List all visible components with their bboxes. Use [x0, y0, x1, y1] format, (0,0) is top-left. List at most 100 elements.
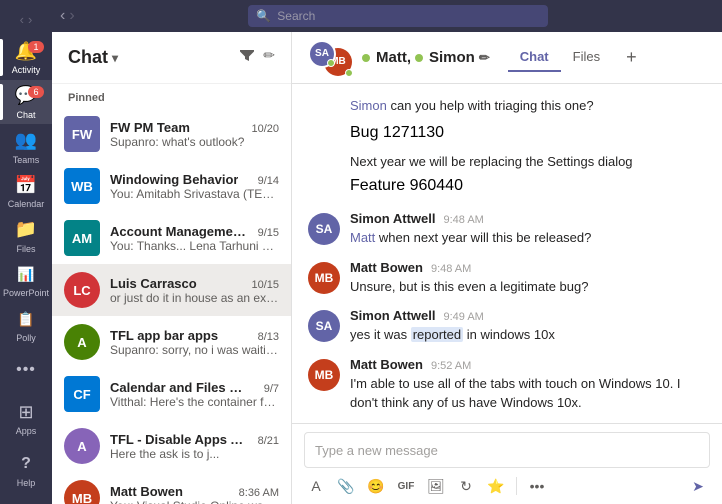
message-text: yes it was reported in windows 10x	[350, 325, 706, 345]
avatar-person1: SA	[308, 40, 336, 68]
messages-area: Simon can you help with triaging this on…	[292, 84, 722, 423]
chat-item-windowing-behavior[interactable]: WB Windowing Behavior 9/14 You: Amitabh …	[52, 160, 291, 212]
chat-item-name: FW PM Team	[110, 120, 190, 135]
sticker-button[interactable]: 🖼	[424, 474, 448, 498]
pinned-label: Pinned	[52, 84, 291, 108]
nav-bar: ‹ › 🔔 Activity 1 💬 Chat 6 👥 Teams 📅 Cale…	[0, 0, 52, 504]
chat-item-preview: Supanro: what's outlook?	[110, 135, 279, 149]
chat-tabs: Chat Files	[508, 43, 612, 72]
online-dot-1	[362, 54, 370, 62]
gif-button[interactable]: GIF	[394, 474, 418, 498]
avatar: FW	[64, 116, 100, 152]
compose-toolbar: A 📎 😊 GIF 🖼 ↻ ⭐ ••• ➤	[304, 474, 710, 498]
more-icon: •••	[14, 358, 38, 382]
message-group-continuation: Simon can you help with triaging this on…	[308, 96, 706, 116]
avatar: LC	[64, 272, 100, 308]
nav-item-teams[interactable]: 👥 Teams	[0, 124, 52, 169]
chat-item-name: TFL - Disable Apps Access	[110, 432, 250, 447]
chat-item-tfl-app-bar[interactable]: A TFL app bar apps 8/13 Supanro: sorry, …	[52, 316, 291, 368]
chat-item-preview: or just do it in house as an extra c...	[110, 291, 279, 305]
chat-item-account-management[interactable]: AM Account Management in S... 9/15 You: …	[52, 212, 291, 264]
toolbar-divider	[516, 477, 517, 495]
compose-area: Type a new message A 📎 😊 GIF 🖼 ↻ ⭐ ••• ➤	[292, 423, 722, 504]
praise-button[interactable]: ⭐	[484, 474, 508, 498]
chat-item-name: TFL app bar apps	[110, 328, 218, 343]
chat-item-calendar-files[interactable]: CF Calendar and Files Theming 9/7 Vittha…	[52, 368, 291, 420]
message-text: Unsure, but is this even a legitimate bu…	[350, 277, 706, 297]
filter-icon[interactable]	[239, 47, 255, 68]
search-box[interactable]: 🔍	[248, 5, 548, 27]
attach-button[interactable]: 📎	[334, 474, 358, 498]
teams-icon: 👥	[14, 129, 38, 153]
chat-item-name: Calendar and Files Theming	[110, 380, 250, 395]
chat-item-time: 9/14	[258, 175, 279, 187]
message-text: Simon can you help with triaging this on…	[350, 96, 594, 116]
nav-item-calendar[interactable]: 📅 Calendar	[0, 169, 52, 214]
nav-label-chat: Chat	[16, 110, 35, 120]
message-time: 9:48 AM	[443, 214, 483, 226]
nav-item-files[interactable]: 📁 Files	[0, 214, 52, 259]
polly-icon: 📋	[14, 307, 38, 331]
chat-area: SA MB Matt, Simon ✏ Chat	[292, 32, 722, 504]
loop-button[interactable]: ↻	[454, 474, 478, 498]
compose-icon[interactable]: ✏	[263, 47, 275, 68]
nav-label-files: Files	[16, 244, 35, 254]
message-text-feature: Next year we will be replacing the Setti…	[308, 152, 706, 172]
compose-placeholder: Type a new message	[315, 443, 438, 458]
avatar: A	[64, 324, 100, 360]
send-button[interactable]: ➤	[686, 474, 710, 498]
emoji-button[interactable]: 😊	[364, 474, 388, 498]
tab-files[interactable]: Files	[561, 43, 612, 72]
feature-link[interactable]: Feature 960440	[350, 177, 463, 194]
chat-dropdown-icon[interactable]: ▾	[112, 51, 118, 65]
chat-item-preview: Vitthal: Here's the container for th...	[110, 395, 279, 409]
nav-item-polly[interactable]: 📋 Polly	[0, 303, 52, 348]
nav-item-chat[interactable]: 💬 Chat 6	[0, 80, 52, 125]
window-back-icon[interactable]: ‹	[60, 7, 65, 25]
nav-item-activity[interactable]: 🔔 Activity 1	[0, 35, 52, 80]
avatar: CF	[64, 376, 100, 412]
message-sender: Simon Attwell	[350, 211, 435, 226]
avatar-person1-initials: SA	[315, 48, 329, 59]
main-content: ‹ › 🔍 Chat ▾ ✏	[52, 0, 722, 504]
nav-label-calendar: Calendar	[8, 199, 45, 209]
nav-item-more[interactable]: •••	[0, 347, 52, 392]
chat-item-luis-carrasco[interactable]: LC Luis Carrasco 10/15 or just do it in …	[52, 264, 291, 316]
nav-label-polly: Polly	[16, 333, 36, 343]
message-avatar: SA	[308, 213, 340, 245]
calendar-icon: 📅	[14, 173, 38, 197]
add-tab-icon[interactable]: +	[626, 47, 637, 68]
chat-item-preview: You: Thanks... Lena Tarhuni what's ...	[110, 239, 279, 253]
chat-item-time: 9/7	[264, 383, 279, 395]
nav-item-powerpoint[interactable]: 📊 PowerPoint	[0, 258, 52, 303]
back-arrow-icon[interactable]: ‹	[20, 12, 24, 27]
chat-list-header: Chat ▾ ✏	[52, 32, 291, 84]
chat-item-matt-bowen[interactable]: MB Matt Bowen 8:36 AM You: Visual Studio…	[52, 472, 291, 504]
format-text-button[interactable]: A	[304, 474, 328, 498]
message-time: 9:48 AM	[431, 263, 471, 275]
chat-badge: 6	[28, 86, 44, 98]
bug-link[interactable]: Bug 1271130	[350, 124, 444, 141]
nav-item-help[interactable]: ? Help	[0, 444, 52, 496]
more-options-button[interactable]: •••	[525, 474, 549, 498]
chat-item-fw-pm-team[interactable]: FW FW PM Team 10/20 Supanro: what's outl…	[52, 108, 291, 160]
help-icon: ?	[14, 452, 38, 476]
avatar: A	[64, 428, 100, 464]
activity-badge: 1	[28, 41, 44, 53]
apps-icon: ⊞	[14, 400, 38, 424]
nav-item-apps[interactable]: ⊞ Apps	[0, 392, 52, 444]
chat-item-name: Matt Bowen	[110, 484, 183, 499]
forward-arrow-icon[interactable]: ›	[28, 12, 32, 27]
search-input[interactable]	[277, 9, 540, 23]
edit-name-icon[interactable]: ✏	[479, 50, 490, 66]
chat-item-time: 8:36 AM	[239, 487, 279, 499]
chat-list-title: Chat ▾	[68, 47, 118, 68]
tab-chat[interactable]: Chat	[508, 43, 561, 72]
chat-item-preview: You: Visual Studio Online was ren...	[110, 499, 279, 504]
compose-box[interactable]: Type a new message	[304, 432, 710, 468]
nav-label-teams: Teams	[13, 155, 40, 165]
message-group-simon-948: SA Simon Attwell 9:48 AM Matt when next …	[308, 211, 706, 248]
chat-title-text: Chat	[68, 47, 108, 68]
chat-item-tfl-disable[interactable]: A TFL - Disable Apps Access 8/21 Here th…	[52, 420, 291, 472]
window-forward-icon[interactable]: ›	[69, 7, 74, 25]
